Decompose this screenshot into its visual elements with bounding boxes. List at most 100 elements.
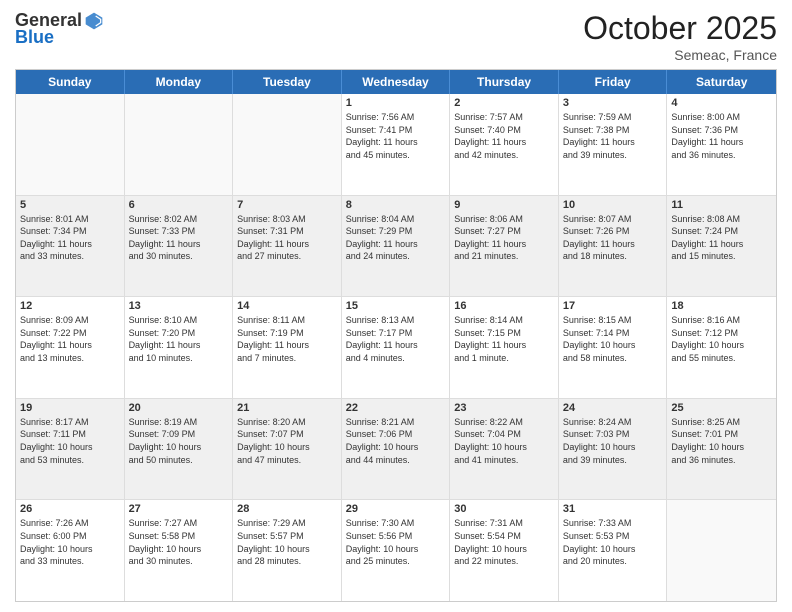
cal-day-24: 24Sunrise: 8:24 AM Sunset: 7:03 PM Dayli… (559, 399, 668, 500)
calendar-row-2: 12 Sunrise: 8:09 AM Sunset: 7:22 PM Dayli… (16, 296, 776, 398)
calendar-row-4: 26 Sunrise: 7:26 AM Sunset: 6:00 PM Dayli… (16, 499, 776, 601)
day-number: 13 (129, 300, 229, 312)
day-number: 28 (237, 503, 337, 515)
cal-empty-0-1 (125, 94, 234, 195)
day-number: 23 (454, 402, 554, 414)
day-number: 14 (237, 300, 337, 312)
day-number: 24 (563, 402, 663, 414)
day-info: Sunrise: 8:06 AM Sunset: 7:27 PM Dayligh… (454, 213, 554, 263)
cal-day-3: 3 Sunrise: 7:59 AM Sunset: 7:38 PM Daylig… (559, 94, 668, 195)
calendar-row-1: 5Sunrise: 8:01 AM Sunset: 7:34 PM Daylig… (16, 195, 776, 297)
cal-empty-4-6 (667, 500, 776, 601)
day-number: 18 (671, 300, 772, 312)
cal-day-21: 21Sunrise: 8:20 AM Sunset: 7:07 PM Dayli… (233, 399, 342, 500)
cal-day-19: 19 Sunrise: 8:17 AM Sunset: 7:11 PM Dayli… (16, 399, 125, 500)
cal-day-2: 2 Sunrise: 7:57 AM Sunset: 7:40 PM Daylig… (450, 94, 559, 195)
header: General Blue October 2025 Semeac, France (15, 10, 777, 63)
day-number: 12 (20, 300, 120, 312)
cal-day-22: 22 Sunrise: 8:21 AM Sunset: 7:06 PM Dayli… (342, 399, 451, 500)
month-title: October 2025 (583, 10, 777, 47)
day-info: Sunrise: 8:07 AM Sunset: 7:26 PM Dayligh… (563, 213, 663, 263)
logo: General Blue (15, 10, 104, 48)
calendar-body: 1Sunrise: 7:56 AM Sunset: 7:41 PM Daylig… (16, 94, 776, 601)
day-info: Sunrise: 8:21 AM Sunset: 7:06 PM Dayligh… (346, 416, 446, 466)
day-number: 4 (671, 97, 772, 109)
day-header-saturday: Saturday (667, 70, 776, 94)
day-header-monday: Monday (125, 70, 234, 94)
cal-day-18: 18 Sunrise: 8:16 AM Sunset: 7:12 PM Dayli… (667, 297, 776, 398)
day-number: 10 (563, 199, 663, 211)
day-info: Sunrise: 8:19 AM Sunset: 7:09 PM Dayligh… (129, 416, 229, 466)
day-number: 21 (237, 402, 337, 414)
day-number: 16 (454, 300, 554, 312)
cal-day-8: 8Sunrise: 8:04 AM Sunset: 7:29 PM Daylig… (342, 196, 451, 297)
day-info: Sunrise: 8:11 AM Sunset: 7:19 PM Dayligh… (237, 314, 337, 364)
day-info: Sunrise: 7:26 AM Sunset: 6:00 PM Dayligh… (20, 517, 120, 567)
day-info: Sunrise: 8:04 AM Sunset: 7:29 PM Dayligh… (346, 213, 446, 263)
day-number: 5 (20, 199, 120, 211)
cal-day-17: 17 Sunrise: 8:15 AM Sunset: 7:14 PM Dayli… (559, 297, 668, 398)
day-number: 29 (346, 503, 446, 515)
cal-day-20: 20 Sunrise: 8:19 AM Sunset: 7:09 PM Dayli… (125, 399, 234, 500)
cal-day-1: 1Sunrise: 7:56 AM Sunset: 7:41 PM Daylig… (342, 94, 451, 195)
day-info: Sunrise: 7:29 AM Sunset: 5:57 PM Dayligh… (237, 517, 337, 567)
day-number: 17 (563, 300, 663, 312)
cal-day-11: 11Sunrise: 8:08 AM Sunset: 7:24 PM Dayli… (667, 196, 776, 297)
day-number: 6 (129, 199, 229, 211)
cal-empty-0-2 (233, 94, 342, 195)
logo-icon (84, 11, 104, 31)
cal-day-9: 9Sunrise: 8:06 AM Sunset: 7:27 PM Daylig… (450, 196, 559, 297)
day-number: 31 (563, 503, 663, 515)
day-number: 19 (20, 402, 120, 414)
day-info: Sunrise: 8:13 AM Sunset: 7:17 PM Dayligh… (346, 314, 446, 364)
location: Semeac, France (583, 47, 777, 63)
day-info: Sunrise: 8:25 AM Sunset: 7:01 PM Dayligh… (671, 416, 772, 466)
day-info: Sunrise: 8:10 AM Sunset: 7:20 PM Dayligh… (129, 314, 229, 364)
day-info: Sunrise: 7:57 AM Sunset: 7:40 PM Dayligh… (454, 111, 554, 161)
cal-day-23: 23 Sunrise: 8:22 AM Sunset: 7:04 PM Dayli… (450, 399, 559, 500)
cal-day-5: 5Sunrise: 8:01 AM Sunset: 7:34 PM Daylig… (16, 196, 125, 297)
day-number: 1 (346, 97, 446, 109)
cal-day-15: 15 Sunrise: 8:13 AM Sunset: 7:17 PM Dayli… (342, 297, 451, 398)
cal-day-30: 30 Sunrise: 7:31 AM Sunset: 5:54 PM Dayli… (450, 500, 559, 601)
cal-day-13: 13 Sunrise: 8:10 AM Sunset: 7:20 PM Dayli… (125, 297, 234, 398)
day-header-thursday: Thursday (450, 70, 559, 94)
cal-day-28: 28 Sunrise: 7:29 AM Sunset: 5:57 PM Dayli… (233, 500, 342, 601)
cal-day-10: 10 Sunrise: 8:07 AM Sunset: 7:26 PM Dayli… (559, 196, 668, 297)
day-header-friday: Friday (559, 70, 668, 94)
day-info: Sunrise: 8:09 AM Sunset: 7:22 PM Dayligh… (20, 314, 120, 364)
day-header-tuesday: Tuesday (233, 70, 342, 94)
day-info: Sunrise: 8:16 AM Sunset: 7:12 PM Dayligh… (671, 314, 772, 364)
day-header-wednesday: Wednesday (342, 70, 451, 94)
day-info: Sunrise: 8:03 AM Sunset: 7:31 PM Dayligh… (237, 213, 337, 263)
day-number: 26 (20, 503, 120, 515)
cal-empty-0-0 (16, 94, 125, 195)
cal-day-26: 26 Sunrise: 7:26 AM Sunset: 6:00 PM Dayli… (16, 500, 125, 601)
cal-day-7: 7Sunrise: 8:03 AM Sunset: 7:31 PM Daylig… (233, 196, 342, 297)
cal-day-12: 12 Sunrise: 8:09 AM Sunset: 7:22 PM Dayli… (16, 297, 125, 398)
cal-day-16: 16 Sunrise: 8:14 AM Sunset: 7:15 PM Dayli… (450, 297, 559, 398)
day-number: 22 (346, 402, 446, 414)
day-number: 30 (454, 503, 554, 515)
day-number: 15 (346, 300, 446, 312)
day-number: 2 (454, 97, 554, 109)
day-info: Sunrise: 8:22 AM Sunset: 7:04 PM Dayligh… (454, 416, 554, 466)
day-number: 20 (129, 402, 229, 414)
day-info: Sunrise: 8:15 AM Sunset: 7:14 PM Dayligh… (563, 314, 663, 364)
day-info: Sunrise: 7:59 AM Sunset: 7:38 PM Dayligh… (563, 111, 663, 161)
day-info: Sunrise: 8:08 AM Sunset: 7:24 PM Dayligh… (671, 213, 772, 263)
day-info: Sunrise: 7:27 AM Sunset: 5:58 PM Dayligh… (129, 517, 229, 567)
day-header-sunday: Sunday (16, 70, 125, 94)
calendar-row-3: 19 Sunrise: 8:17 AM Sunset: 7:11 PM Dayli… (16, 398, 776, 500)
day-number: 3 (563, 97, 663, 109)
day-info: Sunrise: 8:14 AM Sunset: 7:15 PM Dayligh… (454, 314, 554, 364)
day-info: Sunrise: 7:33 AM Sunset: 5:53 PM Dayligh… (563, 517, 663, 567)
calendar: SundayMondayTuesdayWednesdayThursdayFrid… (15, 69, 777, 602)
cal-day-4: 4Sunrise: 8:00 AM Sunset: 7:36 PM Daylig… (667, 94, 776, 195)
day-info: Sunrise: 8:17 AM Sunset: 7:11 PM Dayligh… (20, 416, 120, 466)
cal-day-14: 14 Sunrise: 8:11 AM Sunset: 7:19 PM Dayli… (233, 297, 342, 398)
day-info: Sunrise: 7:30 AM Sunset: 5:56 PM Dayligh… (346, 517, 446, 567)
day-info: Sunrise: 7:31 AM Sunset: 5:54 PM Dayligh… (454, 517, 554, 567)
page: General Blue October 2025 Semeac, France… (0, 0, 792, 612)
cal-day-31: 31 Sunrise: 7:33 AM Sunset: 5:53 PM Dayli… (559, 500, 668, 601)
